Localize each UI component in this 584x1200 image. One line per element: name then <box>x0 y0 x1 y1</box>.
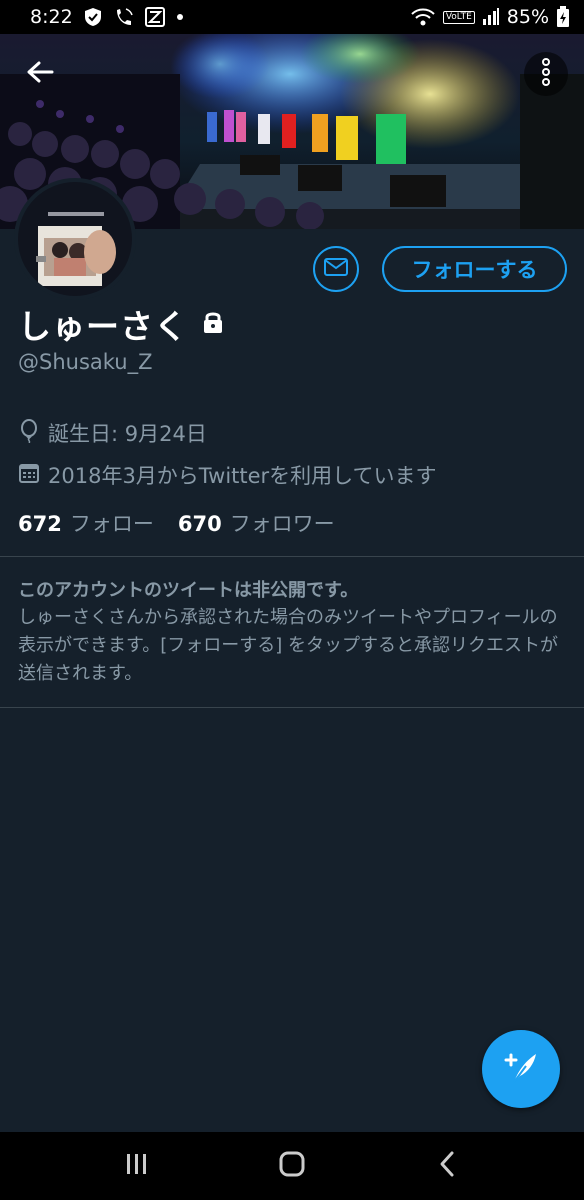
profile-handle: @Shusaku_Z <box>18 350 153 374</box>
back-button[interactable] <box>20 54 60 94</box>
more-options-button[interactable] <box>524 52 568 96</box>
lock-icon <box>202 310 224 338</box>
follow-button[interactable]: フォローする <box>382 246 567 292</box>
following-label: フォロー <box>69 512 154 536</box>
calendar-icon <box>18 462 40 489</box>
system-back-button[interactable] <box>417 1136 477 1196</box>
home-icon <box>278 1150 306 1182</box>
app-z-icon <box>144 7 165 27</box>
wifi-calling-icon <box>113 7 135 27</box>
arrow-left-icon <box>26 60 54 88</box>
joined-row: 2018年3月からTwitterを利用しています <box>18 460 437 490</box>
compose-tweet-icon <box>502 1048 540 1090</box>
system-nav-bar <box>0 1132 584 1200</box>
profile-name-row: しゅーさく <box>18 300 224 348</box>
compose-tweet-button[interactable] <box>482 1030 560 1108</box>
balloon-icon <box>18 418 40 448</box>
followers-link[interactable]: 670 フォロワー <box>178 508 335 538</box>
following-count: 672 <box>18 512 62 536</box>
followers-count: 670 <box>177 512 222 536</box>
following-link[interactable]: 672 フォロー <box>18 508 154 538</box>
recent-apps-icon <box>124 1152 150 1180</box>
recent-apps-button[interactable] <box>107 1136 167 1196</box>
chevron-left-icon <box>437 1150 457 1182</box>
shield-check-icon <box>83 7 103 27</box>
divider <box>0 556 584 557</box>
battery-percent: 85% <box>506 6 549 28</box>
birthday-text: 誕生日: 9月24日 <box>48 422 207 446</box>
status-bar: 8:22 VoLTE 85% <box>0 0 584 34</box>
home-button[interactable] <box>262 1136 322 1196</box>
protected-tweets-notice: このアカウントのツイートは非公開です。 しゅーさくさんから承認された場合のみツイ… <box>18 578 568 688</box>
divider <box>0 707 584 708</box>
birthday-row: 誕生日: 9月24日 <box>18 418 207 448</box>
protected-notice-title: このアカウントのツイートは非公開です。 <box>18 580 359 601</box>
dot-icon <box>175 7 185 27</box>
envelope-icon <box>324 258 348 280</box>
avatar-border <box>14 178 136 300</box>
signal-icon <box>482 7 500 27</box>
wifi-icon <box>410 7 436 27</box>
followers-label: フォロワー <box>229 512 335 536</box>
display-name: しゅーさく <box>18 307 188 346</box>
volte-icon: VoLTE <box>442 10 475 24</box>
message-button[interactable] <box>313 246 359 292</box>
more-vertical-icon <box>541 57 551 91</box>
protected-notice-body: しゅーさくさんから承認された場合のみツイートやプロフィールの表示ができます。[フ… <box>18 607 558 684</box>
avatar[interactable] <box>18 182 132 296</box>
follow-counts: 672 フォロー 670 フォロワー <box>18 508 335 538</box>
battery-charging-icon <box>556 6 570 28</box>
joined-text: 2018年3月からTwitterを利用しています <box>48 464 437 488</box>
status-time: 8:22 <box>30 6 73 28</box>
